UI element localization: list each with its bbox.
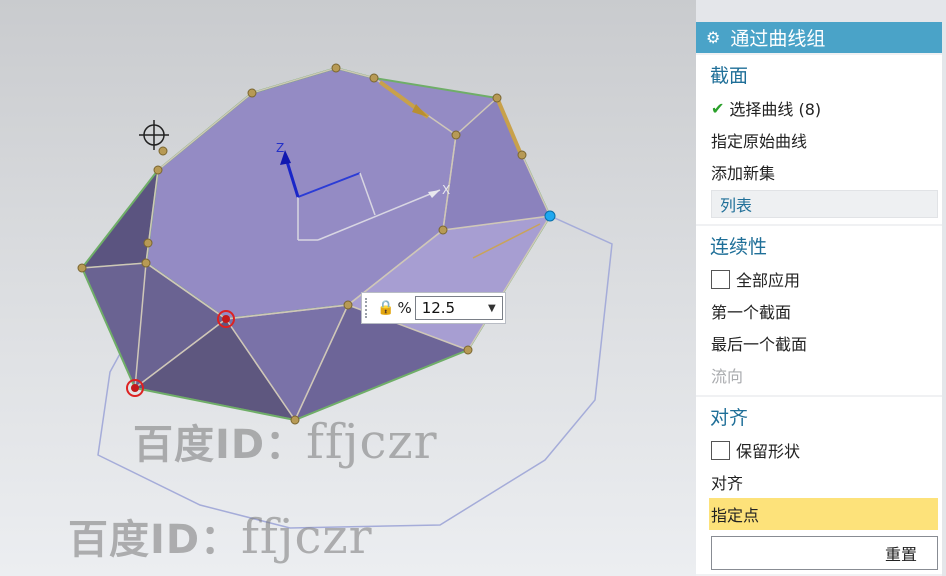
specify-point-label: 指定点 bbox=[711, 506, 760, 525]
group-title-alignment[interactable]: 对齐 bbox=[696, 397, 938, 434]
add-new-set-label: 添加新集 bbox=[711, 164, 776, 183]
apply-all-checkbox[interactable] bbox=[711, 269, 730, 289]
control-point bbox=[451, 130, 461, 140]
graphics-viewport[interactable]: Z X 百度ID：ffjczr 百度ID：ffjczr 🔒 % 12.5 ▼ bbox=[0, 0, 696, 576]
flow-direction-row: 流向 bbox=[696, 359, 938, 391]
section-group: 截面 ✔ 选择曲线 (8) 指定原始曲线 添加新集 列表 bbox=[696, 55, 942, 224]
control-point bbox=[158, 146, 168, 156]
control-point bbox=[247, 88, 257, 98]
drag-handle-icon[interactable] bbox=[365, 298, 371, 318]
continuity-group: 连续性 全部应用 第一个截面 最后一个截面 流向 bbox=[696, 226, 942, 395]
control-point bbox=[463, 345, 473, 355]
dialog-title: 通过曲线组 bbox=[730, 28, 826, 50]
chevron-down-icon[interactable]: ▼ bbox=[488, 303, 496, 314]
group-title-continuity[interactable]: 连续性 bbox=[696, 226, 938, 263]
list-expander[interactable]: 列表 bbox=[711, 190, 938, 218]
specify-point-row[interactable]: 指定点 bbox=[709, 498, 938, 530]
percent-label: % bbox=[397, 299, 412, 317]
gear-icon[interactable]: ⚙ bbox=[706, 28, 720, 47]
lock-icon[interactable]: 🔒 bbox=[377, 300, 394, 316]
list-label: 列表 bbox=[720, 196, 753, 215]
specify-origin-curve-row[interactable]: 指定原始曲线 bbox=[696, 124, 938, 156]
add-new-set-row[interactable]: 添加新集 bbox=[696, 156, 938, 188]
reset-label: 重置 bbox=[884, 545, 917, 564]
reset-button[interactable]: 重置 bbox=[711, 536, 938, 570]
last-section-row[interactable]: 最后一个截面 bbox=[696, 327, 938, 359]
apply-all-label: 全部应用 bbox=[736, 271, 801, 290]
control-point bbox=[331, 63, 341, 73]
specify-origin-label: 指定原始曲线 bbox=[711, 132, 808, 151]
keep-shape-label: 保留形状 bbox=[736, 442, 801, 461]
apply-all-row[interactable]: 全部应用 bbox=[696, 263, 938, 295]
control-point bbox=[492, 93, 502, 103]
last-section-label: 最后一个截面 bbox=[711, 335, 808, 354]
control-point bbox=[77, 263, 87, 273]
dialog-title-bar[interactable]: ⚙ 通过曲线组 bbox=[696, 22, 942, 53]
control-point bbox=[143, 238, 153, 248]
align-label: 对齐 bbox=[711, 474, 744, 493]
alignment-group: 对齐 保留形状 对齐 指定点 重置 bbox=[696, 397, 942, 574]
watermark: 百度ID：ffjczr bbox=[133, 414, 438, 470]
keep-shape-checkbox[interactable] bbox=[711, 440, 730, 460]
checkmark-icon: ✔ bbox=[711, 98, 725, 118]
control-point bbox=[517, 150, 527, 160]
first-section-row[interactable]: 第一个截面 bbox=[696, 295, 938, 327]
control-point bbox=[438, 225, 448, 235]
control-point bbox=[369, 73, 379, 83]
group-title-section[interactable]: 截面 bbox=[696, 55, 938, 92]
control-point bbox=[141, 258, 151, 268]
control-point bbox=[153, 165, 163, 175]
percent-input-widget[interactable]: 🔒 % 12.5 ▼ bbox=[361, 292, 506, 324]
through-curves-dialog: ⚙ 通过曲线组 截面 ✔ 选择曲线 (8) 指定原始曲线 添加新集 列表 连续性… bbox=[696, 22, 942, 576]
first-section-label: 第一个截面 bbox=[711, 303, 792, 322]
axis-label-x: X bbox=[442, 183, 450, 197]
select-curve-row[interactable]: ✔ 选择曲线 (8) bbox=[696, 92, 938, 124]
percent-value-dropdown[interactable]: 12.5 ▼ bbox=[414, 296, 503, 320]
percent-value[interactable]: 12.5 bbox=[422, 299, 455, 317]
model-canvas[interactable]: Z X bbox=[0, 0, 696, 576]
control-point bbox=[343, 300, 353, 310]
axis-label-z: Z bbox=[276, 141, 284, 155]
keep-shape-row[interactable]: 保留形状 bbox=[696, 434, 938, 466]
selected-endpoint[interactable] bbox=[544, 210, 556, 222]
watermark: 百度ID：ffjczr bbox=[68, 509, 373, 565]
crosshair-cursor-icon bbox=[139, 120, 169, 150]
flow-direction-label: 流向 bbox=[711, 367, 744, 386]
select-curve-label: 选择曲线 (8) bbox=[729, 100, 822, 119]
align-row[interactable]: 对齐 bbox=[696, 466, 938, 498]
